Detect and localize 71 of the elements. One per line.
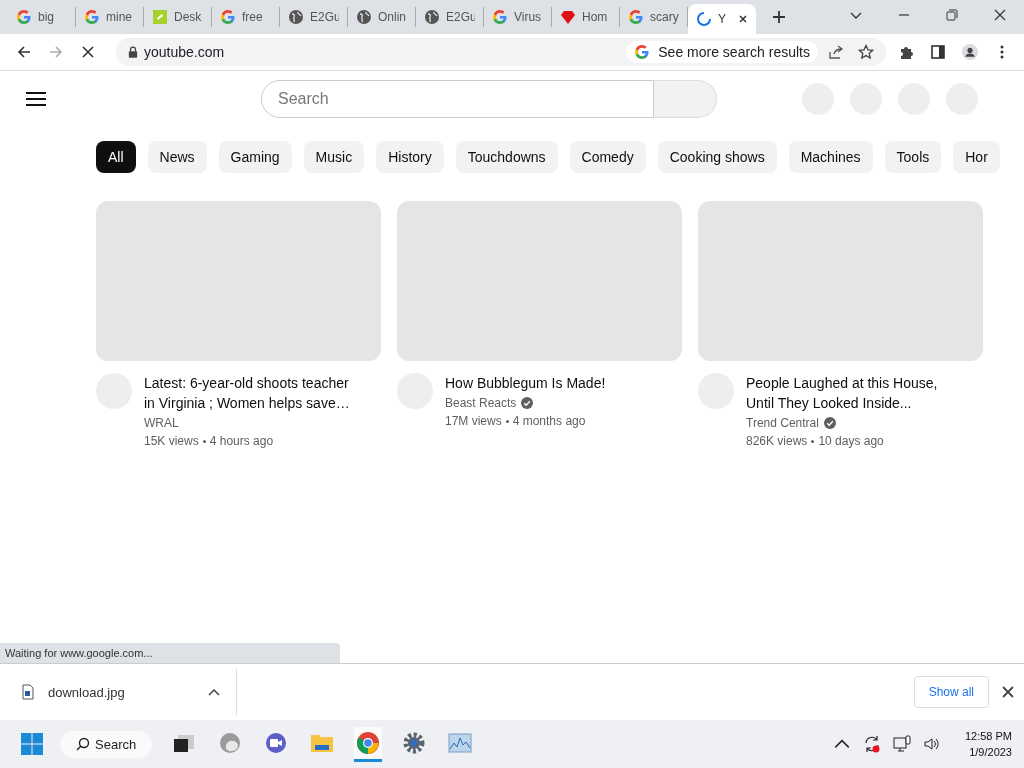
filter-chip[interactable]: Machines <box>788 141 873 173</box>
thumbnail-placeholder[interactable] <box>698 201 983 361</box>
separator-dot <box>811 439 815 443</box>
close-icon[interactable] <box>993 8 1007 22</box>
sync-alert-icon[interactable] <box>862 735 881 753</box>
chart-window-icon <box>448 730 473 755</box>
upload-age: 4 hours ago <box>209 434 274 448</box>
network-icon[interactable] <box>892 735 911 753</box>
google-icon <box>492 9 508 25</box>
app-icon <box>152 9 168 25</box>
thumbnail-placeholder[interactable] <box>397 201 682 361</box>
browser-icon <box>218 730 243 755</box>
video-chat-icon <box>264 730 289 755</box>
url-text: youtube.com <box>144 44 225 60</box>
video-title[interactable]: People Laughed at this House, Until They Looked Inside... <box>746 373 956 413</box>
view-count: 15K views <box>144 434 199 448</box>
filter-chip[interactable]: Cooking shows <box>657 141 777 173</box>
channel-name[interactable]: Trend Central <box>746 416 819 430</box>
start-icon[interactable] <box>20 732 44 756</box>
loading-icon <box>696 11 712 27</box>
thumbnail-placeholder[interactable] <box>96 201 381 361</box>
download-filename[interactable]: download.jpg <box>48 684 194 700</box>
channel-name[interactable]: Beast Reacts <box>445 396 517 410</box>
filter-chip[interactable]: History <box>376 141 444 173</box>
google-icon <box>634 44 651 60</box>
google-icon <box>628 9 644 25</box>
address-bar[interactable]: youtube.com See more search results <box>116 38 886 66</box>
filter-chip[interactable]: Hor <box>953 141 1000 173</box>
search-field[interactable]: Search <box>261 80 654 118</box>
gem-icon <box>560 9 576 25</box>
browser-tab[interactable]: Y <box>688 4 756 34</box>
upload-age: 4 months ago <box>512 414 586 428</box>
view-count: 17M views <box>445 414 502 428</box>
caret-icon[interactable] <box>208 688 220 696</box>
search-suggestion-chip[interactable]: See more search results <box>626 41 818 63</box>
volume-icon[interactable] <box>922 735 941 753</box>
chrome-icon <box>356 730 381 755</box>
close-tab-icon[interactable] <box>738 14 748 24</box>
filter-chip[interactable]: All <box>96 141 136 173</box>
show-all-button[interactable]: Show all <box>913 676 989 708</box>
separator-dot <box>202 439 206 443</box>
gear-icon <box>402 730 427 755</box>
new-tab-icon[interactable] <box>772 10 786 24</box>
view-count: 826K views <box>746 434 808 448</box>
channel-name[interactable]: WRAL <box>144 416 179 430</box>
globe-icon <box>288 9 304 25</box>
video-title[interactable]: How Bubblegum Is Made! <box>445 373 655 393</box>
filter-chip[interactable]: Tools <box>884 141 942 173</box>
clock-date[interactable]: 1/9/2023 <box>969 744 1012 760</box>
filter-chip[interactable]: News <box>147 141 207 173</box>
filter-chip[interactable]: Music <box>303 141 365 173</box>
filter-chip[interactable]: Gaming <box>218 141 292 173</box>
filter-chip[interactable]: Comedy <box>569 141 646 173</box>
close-icon[interactable] <box>1002 686 1014 698</box>
google-icon <box>16 9 32 25</box>
video-title[interactable]: Latest: 6-year-old shoots teacher in Virginia ; Women helps save… <box>144 373 354 413</box>
globe-icon <box>424 9 440 25</box>
lock-icon <box>128 46 138 58</box>
filter-chip[interactable]: Touchdowns <box>455 141 558 173</box>
globe-icon <box>356 9 372 25</box>
restore-icon[interactable] <box>945 8 959 22</box>
status-bubble: Waiting for www.google.com... <box>0 643 340 663</box>
image-file-icon <box>22 684 34 700</box>
clock-time[interactable]: 12:58 PM <box>964 728 1012 744</box>
search-icon <box>76 737 90 751</box>
taskbar-search[interactable]: Search <box>60 730 153 758</box>
upload-age: 10 days ago <box>818 434 884 448</box>
menu-icon[interactable] <box>26 91 46 107</box>
separator-dot <box>505 419 509 423</box>
google-icon <box>84 9 100 25</box>
google-icon <box>220 9 236 25</box>
